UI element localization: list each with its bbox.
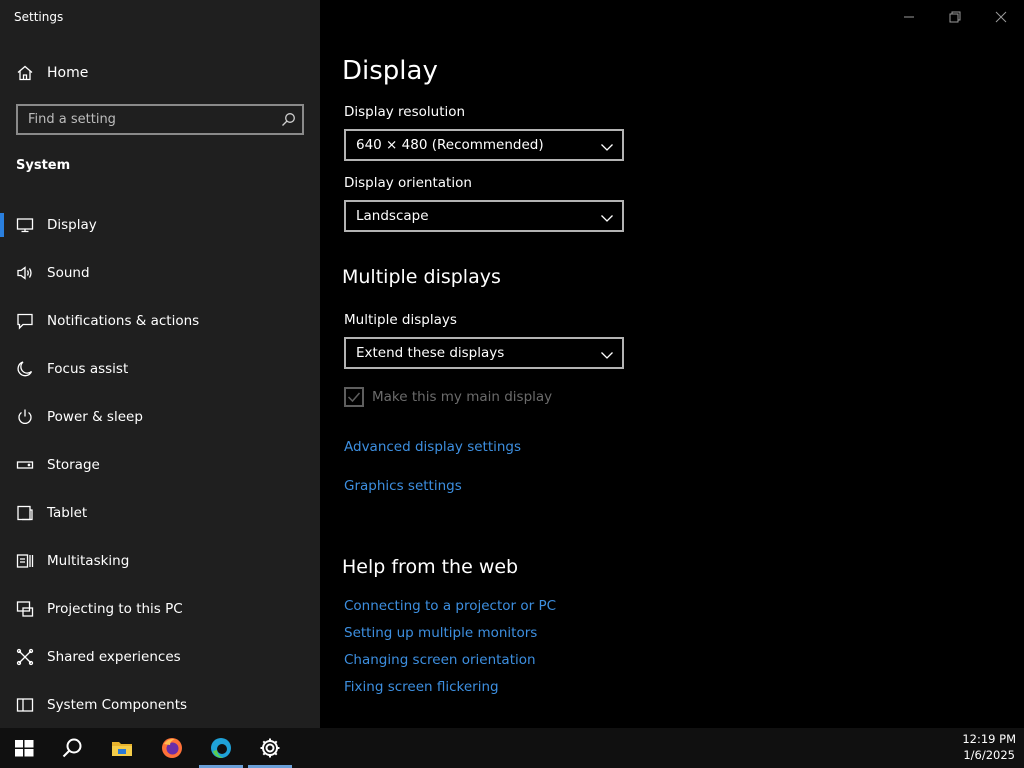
monitor-icon [16, 216, 34, 234]
sidebar-item-tablet[interactable]: Tablet [0, 493, 320, 533]
help-heading: Help from the web [342, 556, 519, 578]
sidebar-item-projecting[interactable]: Projecting to this PC [0, 589, 320, 629]
power-icon [16, 408, 34, 426]
restore-icon[interactable] [944, 6, 966, 28]
sidebar-item-label: Tablet [47, 505, 88, 521]
moon-icon [16, 360, 34, 378]
active-indicator [0, 213, 4, 237]
multiple-displays-label: Multiple displays [344, 312, 457, 328]
shared-experiences-icon [16, 648, 34, 666]
resolution-label: Display resolution [344, 104, 466, 120]
orientation-value: Landscape [356, 208, 429, 224]
help-link-multiple-monitors[interactable]: Setting up multiple monitors [344, 625, 537, 641]
advanced-display-settings-link[interactable]: Advanced display settings [344, 439, 521, 455]
search-input[interactable] [18, 106, 268, 133]
notification-icon [16, 312, 34, 330]
sidebar-item-power-sleep[interactable]: Power & sleep [0, 397, 320, 437]
clock-time: 12:19 PM [962, 732, 1016, 746]
sidebar-item-label: Sound [47, 265, 90, 281]
taskbar-settings[interactable] [246, 728, 294, 768]
search-icon [62, 738, 82, 758]
search-icon[interactable] [281, 112, 296, 127]
sidebar-item-label: Storage [47, 457, 100, 473]
sidebar-item-label: Power & sleep [47, 409, 143, 425]
orientation-label: Display orientation [344, 175, 472, 191]
close-icon[interactable] [990, 6, 1012, 28]
help-link-screen-flickering[interactable]: Fixing screen flickering [344, 679, 499, 695]
sidebar-item-shared-experiences[interactable]: Shared experiences [0, 637, 320, 677]
taskbar-edge[interactable] [197, 728, 245, 768]
app-title: Settings [14, 10, 64, 24]
components-icon [16, 696, 34, 714]
settings-search[interactable] [16, 104, 304, 135]
chevron-down-icon [600, 210, 614, 224]
sidebar-item-label: Projecting to this PC [47, 601, 183, 617]
sidebar-item-label: Display [47, 217, 97, 233]
sidebar-item-storage[interactable]: Storage [0, 445, 320, 485]
taskbar-search-button[interactable] [48, 728, 96, 768]
minimize-icon[interactable] [898, 6, 920, 28]
sidebar-home[interactable]: Home [0, 57, 320, 89]
taskbar-file-explorer[interactable] [98, 728, 146, 768]
taskbar-clock[interactable]: 12:19 PM 1/6/2025 [962, 731, 1016, 763]
settings-sidebar: Settings Home System Display [0, 0, 320, 728]
sidebar-item-label: Focus assist [47, 361, 129, 377]
multiple-displays-heading: Multiple displays [342, 266, 501, 288]
sidebar-item-sound[interactable]: Sound [0, 253, 320, 293]
main-display-checkbox-label: Make this my main display [372, 389, 553, 405]
settings-gear-icon [260, 738, 280, 758]
checkmark-icon [347, 392, 361, 403]
projecting-icon [16, 600, 34, 618]
edge-icon [211, 738, 231, 758]
help-link-screen-orientation[interactable]: Changing screen orientation [344, 652, 536, 668]
sidebar-item-label: System Components [47, 697, 188, 713]
home-icon [16, 64, 34, 82]
file-explorer-icon [112, 742, 132, 756]
multiple-displays-value: Extend these displays [356, 345, 505, 361]
sidebar-item-notifications[interactable]: Notifications & actions [0, 301, 320, 341]
sidebar-item-display[interactable]: Display [0, 205, 320, 245]
multiple-displays-dropdown[interactable]: Extend these displays [344, 337, 624, 369]
settings-main: Display Display resolution 640 × 480 (Re… [320, 0, 1024, 728]
sidebar-item-label: Notifications & actions [47, 313, 200, 329]
sidebar-item-focus-assist[interactable]: Focus assist [0, 349, 320, 389]
sidebar-item-label: Shared experiences [47, 649, 181, 665]
tablet-icon [16, 504, 34, 522]
chevron-down-icon [600, 347, 614, 361]
main-display-checkbox[interactable] [344, 387, 364, 407]
orientation-dropdown[interactable]: Landscape [344, 200, 624, 232]
taskbar: 12:19 PM 1/6/2025 [0, 728, 1024, 768]
graphics-settings-link[interactable]: Graphics settings [344, 478, 462, 494]
resolution-dropdown[interactable]: 640 × 480 (Recommended) [344, 129, 624, 161]
chevron-down-icon [600, 139, 614, 153]
sidebar-item-multitasking[interactable]: Multitasking [0, 541, 320, 581]
storage-icon [16, 456, 34, 474]
resolution-value: 640 × 480 (Recommended) [356, 137, 544, 153]
taskbar-firefox[interactable] [148, 728, 196, 768]
firefox-icon [162, 738, 182, 758]
section-title: System [16, 158, 71, 173]
clock-date: 1/6/2025 [963, 748, 1015, 762]
page-title: Display [342, 56, 438, 86]
sidebar-home-label: Home [47, 65, 89, 81]
help-link-projector[interactable]: Connecting to a projector or PC [344, 598, 556, 614]
sidebar-item-label: Multitasking [47, 553, 130, 569]
speaker-icon [16, 264, 34, 282]
multitasking-icon [16, 552, 34, 570]
sidebar-item-system-components[interactable]: System Components [0, 685, 320, 725]
start-button[interactable] [0, 728, 48, 768]
windows-start-icon [15, 740, 34, 757]
